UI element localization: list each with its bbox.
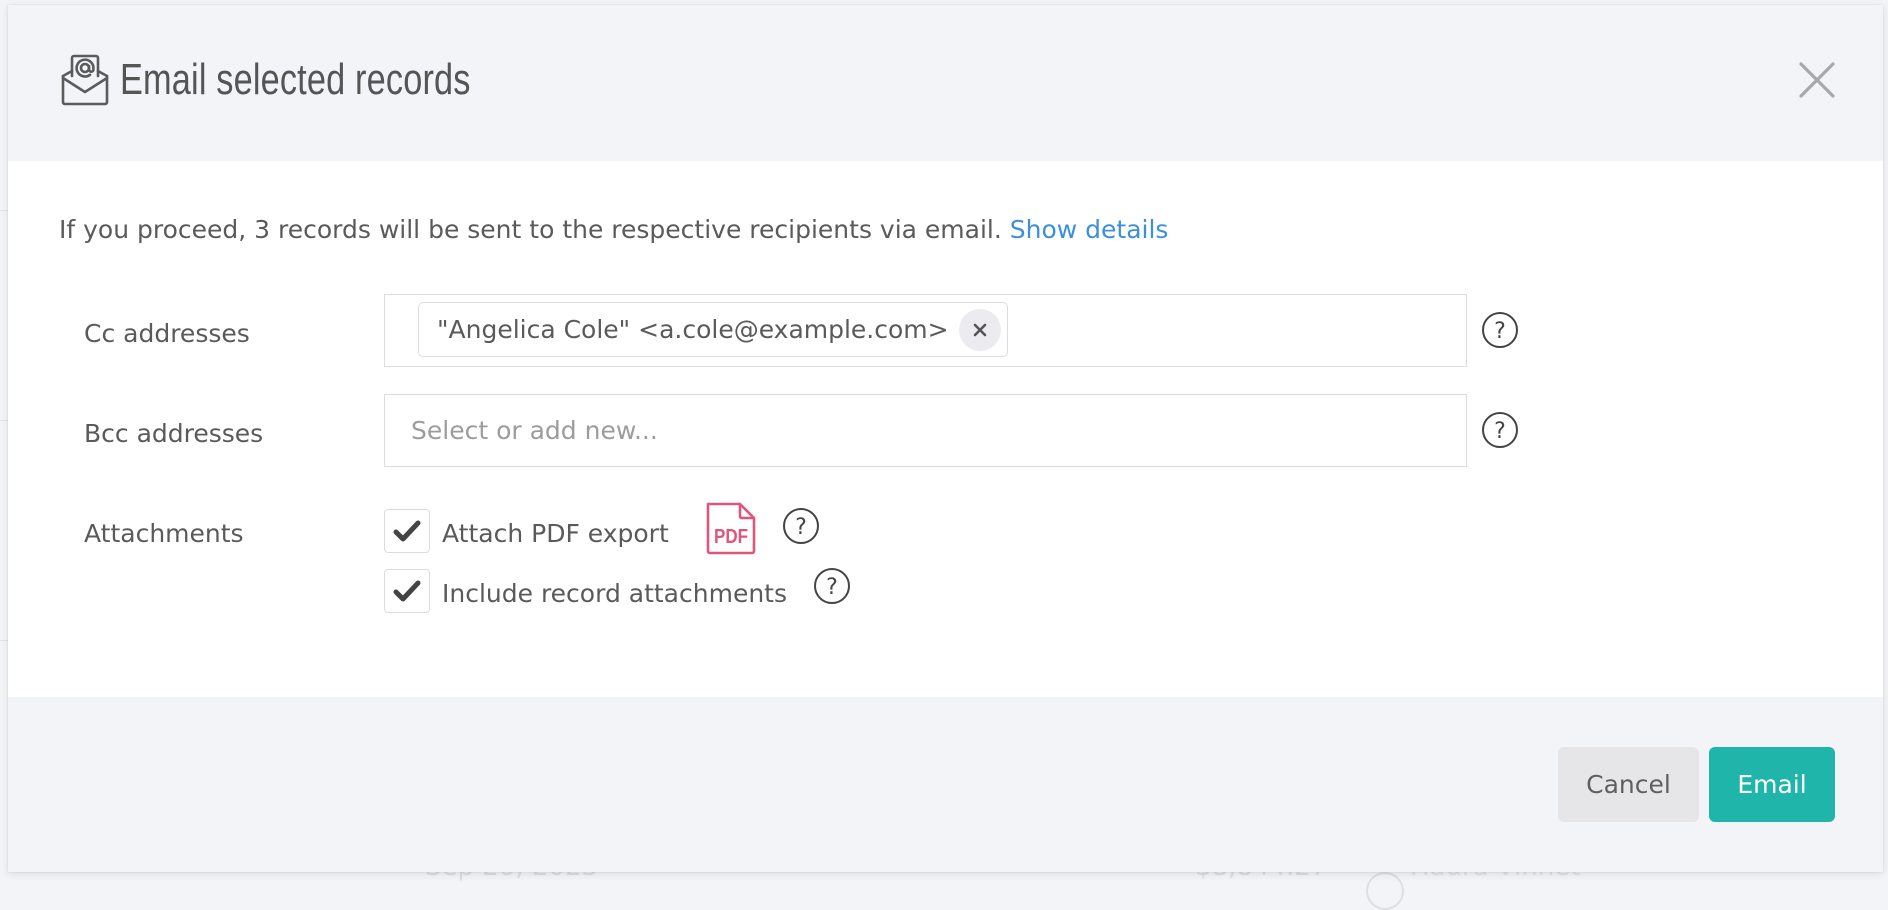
svg-text:?: ?: [1494, 319, 1506, 344]
cancel-button[interactable]: Cancel: [1558, 747, 1699, 822]
cc-addresses-label: Cc addresses: [84, 319, 250, 348]
dialog-body: If you proceed, 3 records will be sent t…: [8, 161, 1883, 697]
background-avatar: [1366, 872, 1404, 910]
svg-text:?: ?: [1494, 419, 1506, 444]
checkmark-icon: [393, 580, 421, 602]
bcc-addresses-label: Bcc addresses: [84, 419, 264, 448]
close-icon: [973, 323, 986, 336]
intro-text: If you proceed, 3 records will be sent t…: [59, 215, 1002, 244]
attach-pdf-label[interactable]: Attach PDF export: [442, 519, 669, 548]
include-attachments-label[interactable]: Include record attachments: [442, 579, 787, 608]
remove-recipient-button[interactable]: [958, 308, 1001, 351]
svg-text:PDF: PDF: [714, 525, 748, 548]
recipient-chip: "Angelica Cole" <a.cole@example.com>: [418, 302, 1008, 357]
dialog-footer: Cancel Email: [8, 697, 1883, 872]
bcc-placeholder: Select or add new...: [411, 416, 658, 445]
email-button[interactable]: Email: [1709, 747, 1835, 822]
include-attachments-help-icon[interactable]: ?: [813, 567, 851, 605]
dialog-header: Email selected records: [8, 5, 1883, 161]
pdf-file-icon: PDF: [706, 502, 756, 555]
background-divider: [0, 420, 8, 421]
recipient-chip-text: "Angelica Cole" <a.cole@example.com>: [437, 315, 949, 344]
attach-pdf-help-icon[interactable]: ?: [782, 507, 820, 545]
show-details-link[interactable]: Show details: [1010, 215, 1169, 244]
cc-addresses-input[interactable]: "Angelica Cole" <a.cole@example.com>: [384, 294, 1467, 367]
bcc-help-icon[interactable]: ?: [1481, 411, 1519, 449]
background-divider: [0, 640, 8, 641]
close-icon[interactable]: [1797, 60, 1837, 100]
include-attachments-checkbox[interactable]: [384, 569, 430, 613]
cc-help-icon[interactable]: ?: [1481, 311, 1519, 349]
bcc-addresses-input[interactable]: Select or add new...: [384, 394, 1467, 467]
intro-message: If you proceed, 3 records will be sent t…: [59, 215, 1168, 244]
svg-text:?: ?: [826, 575, 838, 600]
svg-text:?: ?: [795, 515, 807, 540]
background-divider: [0, 210, 8, 211]
dialog-title: Email selected records: [120, 55, 471, 104]
attachments-label: Attachments: [84, 519, 244, 548]
email-records-dialog: Email selected records If you proceed, 3…: [8, 5, 1883, 872]
email-at-envelope-icon: [61, 54, 109, 106]
attach-pdf-checkbox[interactable]: [384, 509, 430, 553]
checkmark-icon: [393, 520, 421, 542]
